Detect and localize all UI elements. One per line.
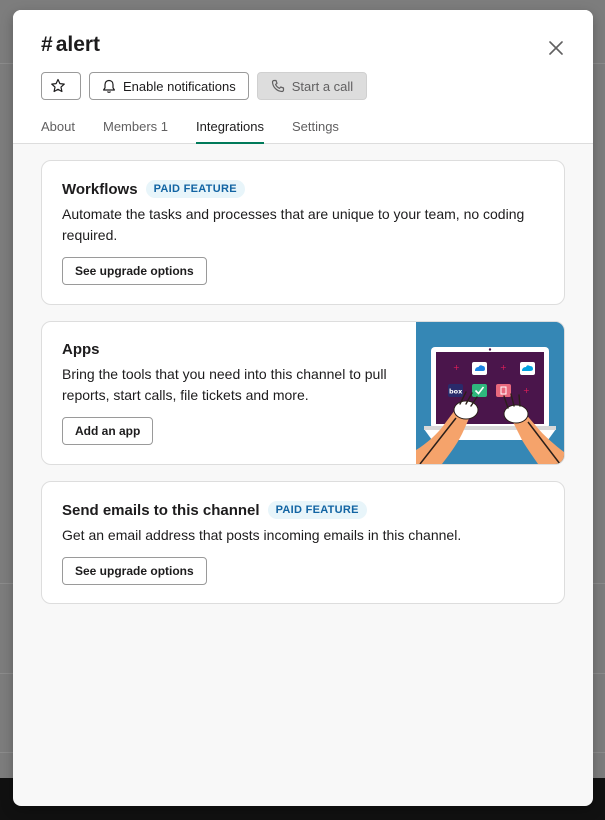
channel-title: # alert [41,33,100,57]
apps-card: Apps Bring the tools that you need into … [41,321,565,465]
enable-notifications-label: Enable notifications [123,78,236,94]
tab-about[interactable]: About [41,119,75,144]
star-icon [50,78,65,93]
workflows-upgrade-button[interactable]: See upgrade options [62,257,207,285]
enable-notifications-button[interactable]: Enable notifications [89,72,249,100]
svg-text:+: + [453,363,460,372]
header-actions: Enable notifications Start a call [41,72,368,100]
start-call-button[interactable]: Start a call [256,72,368,100]
tab-bar: About Members 1 Integrations Settings [41,119,367,144]
close-button[interactable] [545,37,567,59]
send-emails-card: Send emails to this channel PAID FEATURE… [41,481,565,604]
svg-text:+: + [500,363,507,372]
send-emails-upgrade-button[interactable]: See upgrade options [62,557,207,585]
channel-details-modal: # alert Enable notifications Start a cal… [13,10,593,806]
star-channel-button[interactable] [41,72,81,100]
channel-hash: # [41,33,53,56]
paid-feature-badge: PAID FEATURE [145,180,245,198]
start-call-label: Start a call [291,78,354,94]
close-icon [549,41,563,55]
workflows-title: Workflows [62,180,138,198]
phone-icon [271,79,284,93]
tab-members[interactable]: Members 1 [103,119,168,144]
svg-text:+: + [523,386,530,395]
apps-title: Apps [62,341,100,358]
channel-name: alert [55,33,101,56]
apps-illustration: + + box + + + [416,322,564,464]
workflows-description: Automate the tasks and processes that ar… [62,206,525,243]
workflows-card: Workflows PAID FEATURE Automate the task… [41,160,565,305]
bell-icon [103,79,115,93]
tab-integrations[interactable]: Integrations [196,119,264,144]
send-emails-title: Send emails to this channel [62,501,260,519]
modal-header: # alert Enable notifications Start a cal… [13,10,593,144]
apps-description: Bring the tools that you need into this … [62,366,387,403]
tab-settings[interactable]: Settings [292,119,339,144]
paid-feature-badge: PAID FEATURE [267,501,367,519]
laptop-illustration: + + box + + + [416,322,564,464]
add-app-button[interactable]: Add an app [62,417,154,445]
box-logo-text: box [449,388,463,396]
send-emails-description: Get an email address that posts incoming… [62,527,462,543]
